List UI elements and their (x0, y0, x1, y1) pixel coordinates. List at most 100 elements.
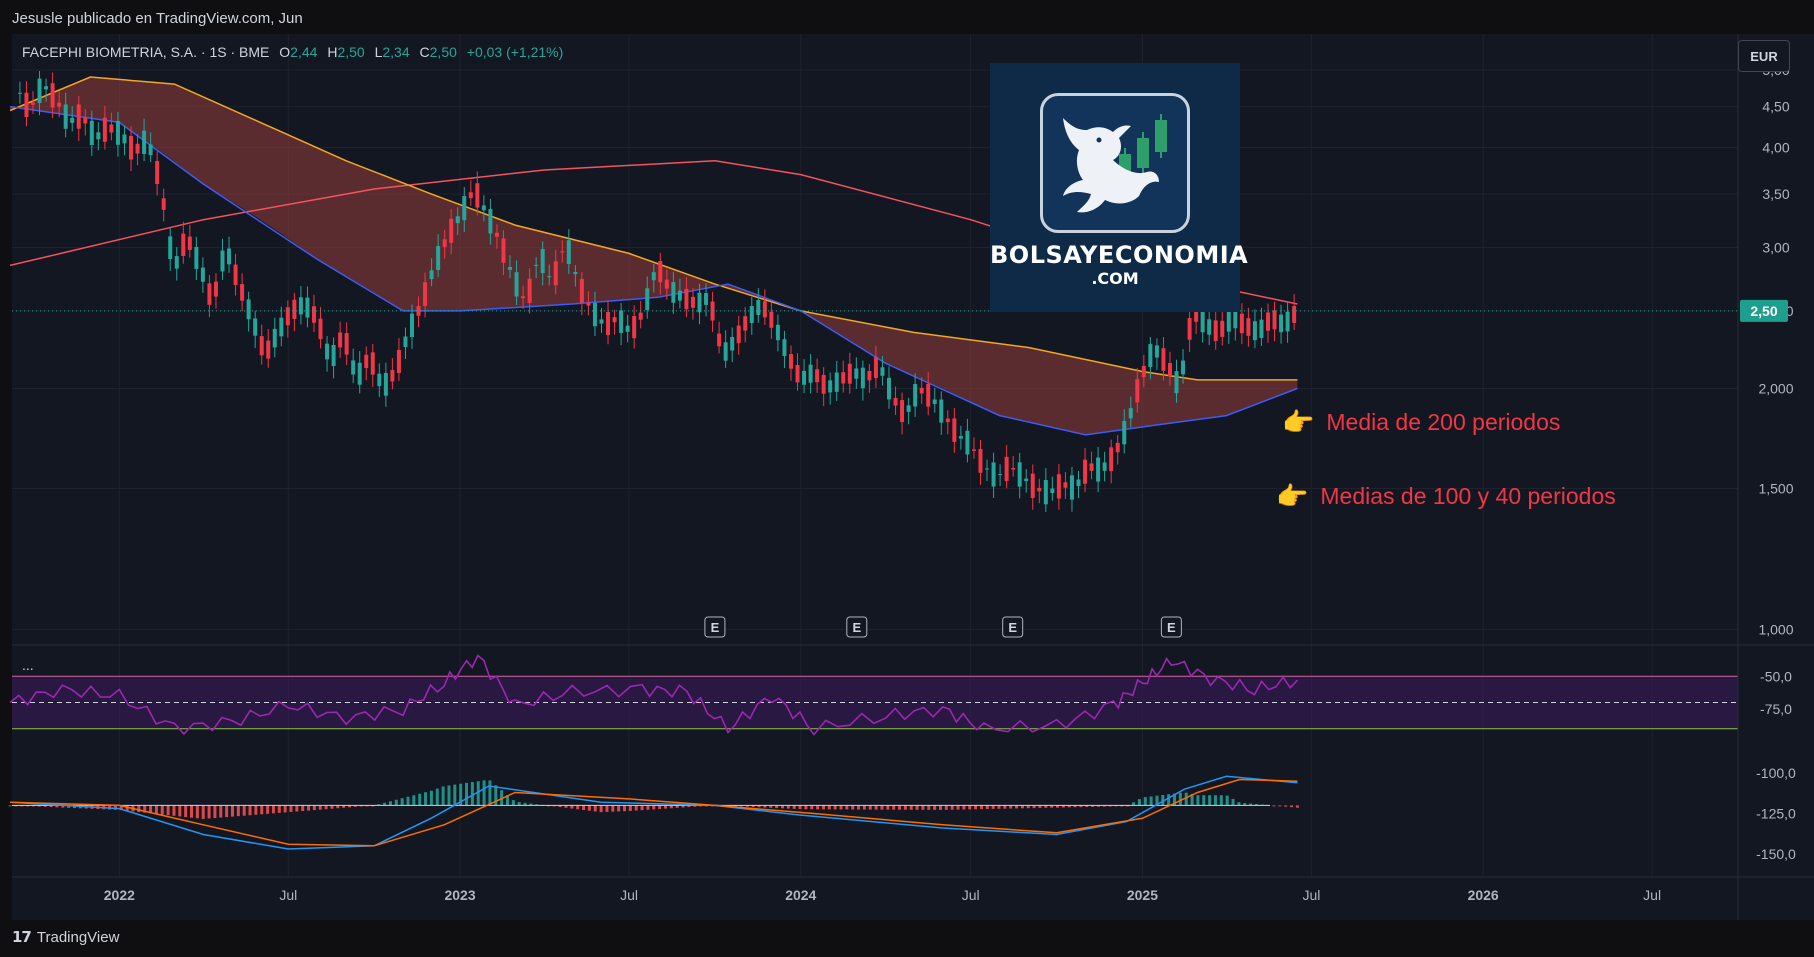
candle-body (998, 474, 1003, 476)
candle-body (213, 281, 218, 297)
candle-body (449, 218, 454, 243)
currency-button[interactable]: EUR (1738, 40, 1790, 72)
candle-body (1037, 487, 1042, 492)
candle-body (815, 369, 820, 383)
macd-histogram-bar (1225, 795, 1229, 806)
candle-body (462, 195, 467, 221)
candle-body (494, 232, 499, 237)
candle-body (847, 363, 852, 384)
candle-body (436, 246, 441, 270)
candle-body (978, 448, 983, 473)
candle-body (468, 192, 473, 199)
candle-body (305, 297, 310, 318)
candle-body (1063, 482, 1068, 488)
macd-histogram-bar (1290, 805, 1294, 808)
tradingview-brand[interactable]: 17 TradingView (12, 928, 119, 946)
macd-histogram-bar (441, 786, 445, 806)
candle-body (174, 256, 179, 269)
macd-histogram-bar (470, 782, 474, 806)
candle-body (638, 312, 643, 320)
macd-histogram-bar (307, 805, 311, 811)
macd-histogram-bar (839, 805, 843, 810)
y-tick-label: 1,500 (1758, 480, 1793, 496)
macd-histogram-bar (1213, 795, 1217, 806)
indicator-menu-button[interactable]: ... (22, 657, 34, 673)
y-tick-label: 3,00 (1762, 240, 1789, 256)
x-tick-label: Jul (962, 887, 980, 903)
y-tick-label: 4,00 (1762, 140, 1789, 156)
pointing-hand-icon: 👉 (1276, 481, 1309, 511)
candle-body (331, 345, 336, 366)
macd-histogram-bar (991, 805, 995, 809)
candle-body (658, 261, 663, 283)
macd-histogram-bar (1149, 796, 1153, 806)
candle-body (821, 374, 826, 394)
candle-body (1083, 459, 1088, 484)
last-price-label: 2,50 (1750, 303, 1777, 319)
price-chart[interactable]: E E E E 2022 Jul 2023 Jul 2024 Jul 2025 Jul 2026 Jul… (0, 34, 1814, 920)
macd-histogram-bar (160, 805, 164, 815)
candle-body (566, 240, 571, 264)
candle-body (1089, 463, 1094, 471)
macd-histogram-bar (295, 805, 299, 812)
macd-histogram-bar (582, 805, 586, 810)
candle-body (129, 135, 134, 160)
macd-histogram-bar (230, 805, 234, 817)
tradingview-brand-label: TradingView (36, 928, 120, 946)
price-scale-background (1738, 34, 1814, 920)
candle-body (913, 384, 918, 407)
candle-body (50, 83, 55, 108)
macd-histogram-bar (944, 805, 948, 810)
macd-histogram-bar (851, 805, 855, 810)
candle-body (547, 276, 552, 278)
candle-body (89, 120, 94, 145)
candle-body (841, 372, 846, 384)
macd-histogram-bar (857, 805, 861, 810)
logo-subtitle: .COM (1091, 269, 1139, 288)
earnings-marker-label: E (1008, 620, 1017, 635)
candle-body (102, 117, 107, 142)
candle-body (253, 318, 258, 336)
earnings-marker: E (1002, 616, 1024, 638)
macd-histogram-bar (634, 805, 638, 811)
macd-histogram-bar (868, 805, 872, 810)
annotation-ma100-40: 👉 Medias de 100 y 40 periodos (1276, 481, 1616, 512)
candle-body (142, 130, 147, 155)
candle-body (599, 319, 604, 324)
macd-histogram-bar (898, 805, 902, 810)
candle-body (246, 299, 251, 320)
candle-body (1226, 311, 1231, 332)
macd-histogram-bar (482, 780, 486, 806)
macd-histogram-bar (880, 805, 884, 810)
rsi-tick-label: -50,0 (1760, 668, 1792, 684)
candle-body (1167, 363, 1172, 376)
candle-body (318, 318, 323, 340)
macd-histogram-bar (1219, 795, 1223, 806)
candle-body (756, 299, 761, 316)
macd-histogram-bar (927, 805, 931, 810)
macd-histogram-bar (1295, 805, 1299, 808)
candle-body (357, 362, 362, 385)
candle-body (540, 248, 545, 274)
open-value: 2,44 (290, 44, 318, 60)
candle-body (1207, 319, 1212, 335)
candle-body (155, 160, 160, 184)
candle-body (945, 418, 950, 423)
candle-body (1174, 371, 1179, 394)
y-tick-label: 4,50 (1762, 99, 1789, 115)
candle-body (1017, 462, 1022, 487)
candle-body (292, 299, 297, 319)
candle-body (1279, 314, 1284, 333)
macd-histogram-bar (845, 805, 849, 810)
macd-histogram-bar (8, 805, 12, 807)
macd-histogram-bar (903, 805, 907, 810)
macd-histogram-bar (219, 805, 223, 818)
candle-body (1161, 348, 1166, 371)
y-tick-label: 3,50 (1762, 186, 1789, 202)
candle-body (527, 278, 532, 303)
candle-body (1024, 478, 1029, 482)
macd-histogram-bar (997, 805, 1001, 809)
candle-body (351, 360, 356, 375)
candle-body (906, 405, 911, 412)
candle-body (606, 312, 611, 335)
